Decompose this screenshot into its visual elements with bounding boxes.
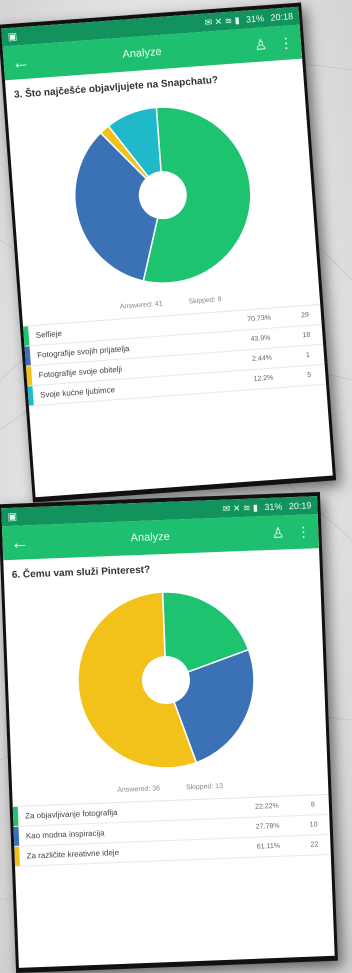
user-share-icon[interactable]: ♙ [254,36,268,54]
signal-icon: ✉ ✕ ≋ ▮ [204,14,240,28]
row-color-bar [12,806,19,827]
row-color-bar [14,846,21,866]
answer-percent: 27.78% [255,822,280,831]
pie-chart-svg [77,591,255,769]
row-color-bar [13,826,20,846]
row-color-bar [24,346,31,366]
page-title: Analyze [130,530,170,545]
answer-percent: 2.44% [251,354,273,364]
phone-screenshot-1: ▣ ✉ ✕ ≋ ▮ 31% 20:18 ← Analyze ♙ ⋮ 3. Što… [0,2,337,503]
answer-count: 8 [310,801,315,809]
page-title: Analyze [122,45,163,61]
answer-percent: 12.2% [253,374,274,383]
pie-chart [7,84,319,307]
skipped-count: Skipped: 8 [188,296,222,306]
answer-percent: 22.22% [254,802,279,811]
more-vert-icon[interactable]: ⋮ [296,523,311,541]
status-time: 20:19 [288,499,312,511]
answer-count: 5 [307,371,312,380]
pie-chart-svg [74,106,252,284]
skipped-count: Skipped: 13 [185,782,224,792]
arrow-left-icon[interactable]: ← [10,532,29,553]
more-vert-icon[interactable]: ⋮ [278,34,293,52]
answer-count: 1 [305,351,311,360]
answer-percent: 43.9% [250,334,271,344]
answer-count: 18 [302,331,311,340]
answer-count: 22 [310,841,319,849]
gallery-icon: ▣ [7,30,18,43]
battery-label: 31% [264,500,283,512]
row-color-bar [27,386,34,406]
signal-icon: ✉ ✕ ≋ ▮ [222,501,259,514]
answered-count: Answered: 41 [119,300,163,311]
screen-1: ▣ ✉ ✕ ≋ ▮ 31% 20:18 ← Analyze ♙ ⋮ 3. Što… [1,6,333,498]
answer-count: 10 [309,821,318,829]
row-color-bar [25,366,33,386]
screen-2: ▣ ✉ ✕ ≋ ▮ 31% 20:19 ← Analyze ♙ ⋮ 6. Čem… [1,496,335,968]
user-share-icon[interactable]: ♙ [272,524,285,541]
row-color-bar [23,326,30,346]
answer-table: Za objavljivanje fotografija 22.22% 8 Ka… [12,793,331,867]
arrow-left-icon[interactable]: ← [11,52,30,73]
gallery-icon: ▣ [7,511,18,523]
answer-percent: 61.11% [256,842,281,851]
pie-chart [4,573,328,787]
answered-count: Answered: 36 [117,785,161,794]
battery-label: 31% [245,12,265,25]
answer-percent: 70.73% [247,314,272,324]
answer-count: 29 [300,311,310,320]
phone-screenshot-2: ▣ ✉ ✕ ≋ ▮ 31% 20:19 ← Analyze ♙ ⋮ 6. Čem… [0,491,338,973]
status-time: 20:18 [270,10,294,23]
